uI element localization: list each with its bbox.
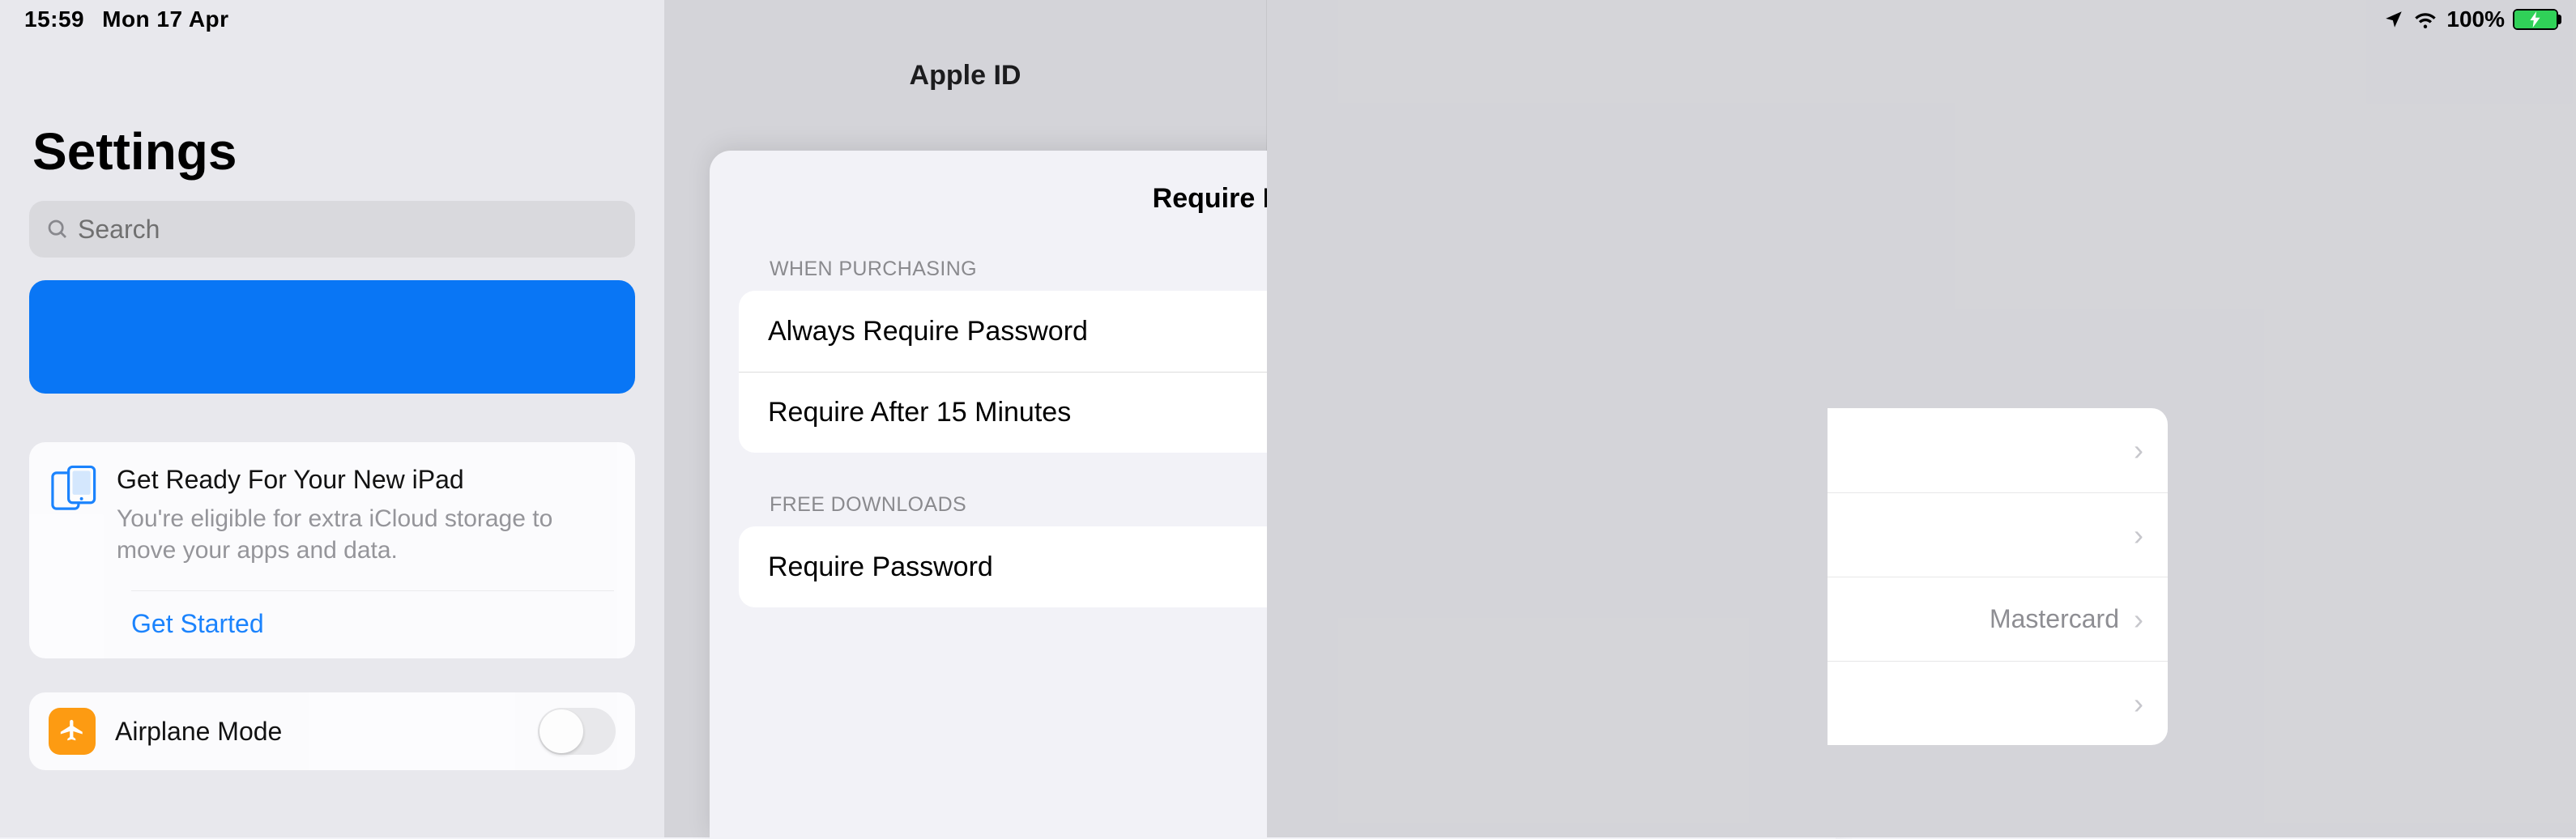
airplane-label: Airplane Mode	[115, 717, 518, 747]
search-input-field[interactable]	[78, 215, 619, 245]
chevron-right-icon: ›	[2134, 687, 2143, 721]
status-date: Mon 17 Apr	[102, 6, 228, 32]
sidebar-section-connectivity: Airplane Mode	[29, 692, 635, 770]
sidebar-item-airplane[interactable]: Airplane Mode	[29, 692, 635, 770]
search-input[interactable]	[29, 201, 635, 258]
promo-get-started-link[interactable]: Get Started	[131, 590, 614, 639]
status-bar-left: 15:59 Mon 17 Apr	[24, 6, 229, 32]
chevron-right-icon: ›	[2134, 433, 2143, 467]
battery-percent: 100%	[2446, 6, 2505, 32]
status-bar-right: 100%	[2383, 6, 2558, 32]
detail-row-1[interactable]: ›	[1828, 408, 2168, 492]
chevron-right-icon: ›	[2134, 603, 2143, 637]
detail-row-4[interactable]: ›	[1828, 661, 2168, 745]
option-after15-label: Require After 15 Minutes	[768, 397, 1071, 428]
chevron-right-icon: ›	[2134, 518, 2143, 552]
ipad-transfer-icon	[50, 465, 99, 517]
airplane-icon	[49, 708, 96, 755]
location-icon	[2383, 9, 2404, 30]
wifi-icon	[2412, 9, 2438, 30]
detail-list-peek: › › Mastercard › ›	[1828, 408, 2168, 745]
promo-card: Get Ready For Your New iPad You're eligi…	[29, 442, 635, 658]
free-require-label: Require Password	[768, 552, 993, 583]
charging-bolt-icon	[2530, 11, 2541, 28]
battery-icon	[2513, 9, 2558, 30]
promo-subtitle: You're eligible for extra iCloud storage…	[117, 503, 614, 566]
option-always-label: Always Require Password	[768, 316, 1088, 347]
airplane-toggle[interactable]	[538, 708, 616, 755]
detail-row-payment[interactable]: Mastercard ›	[1828, 577, 2168, 661]
search-icon	[45, 217, 70, 241]
promo-title: Get Ready For Your New iPad	[117, 465, 614, 495]
status-time: 15:59	[24, 6, 84, 32]
detail-row-2[interactable]: ›	[1828, 492, 2168, 577]
sidebar-selected-account[interactable]	[29, 280, 635, 394]
settings-sidebar: 15:59 Mon 17 Apr Settings Get Ready For …	[0, 0, 664, 837]
page-title: Settings	[32, 121, 664, 181]
detail-title: Apple ID	[664, 60, 1266, 92]
detail-pane-right-continuation: 100% › › Mastercard › ›	[1267, 0, 2576, 837]
payment-value: Mastercard	[1990, 604, 2119, 634]
